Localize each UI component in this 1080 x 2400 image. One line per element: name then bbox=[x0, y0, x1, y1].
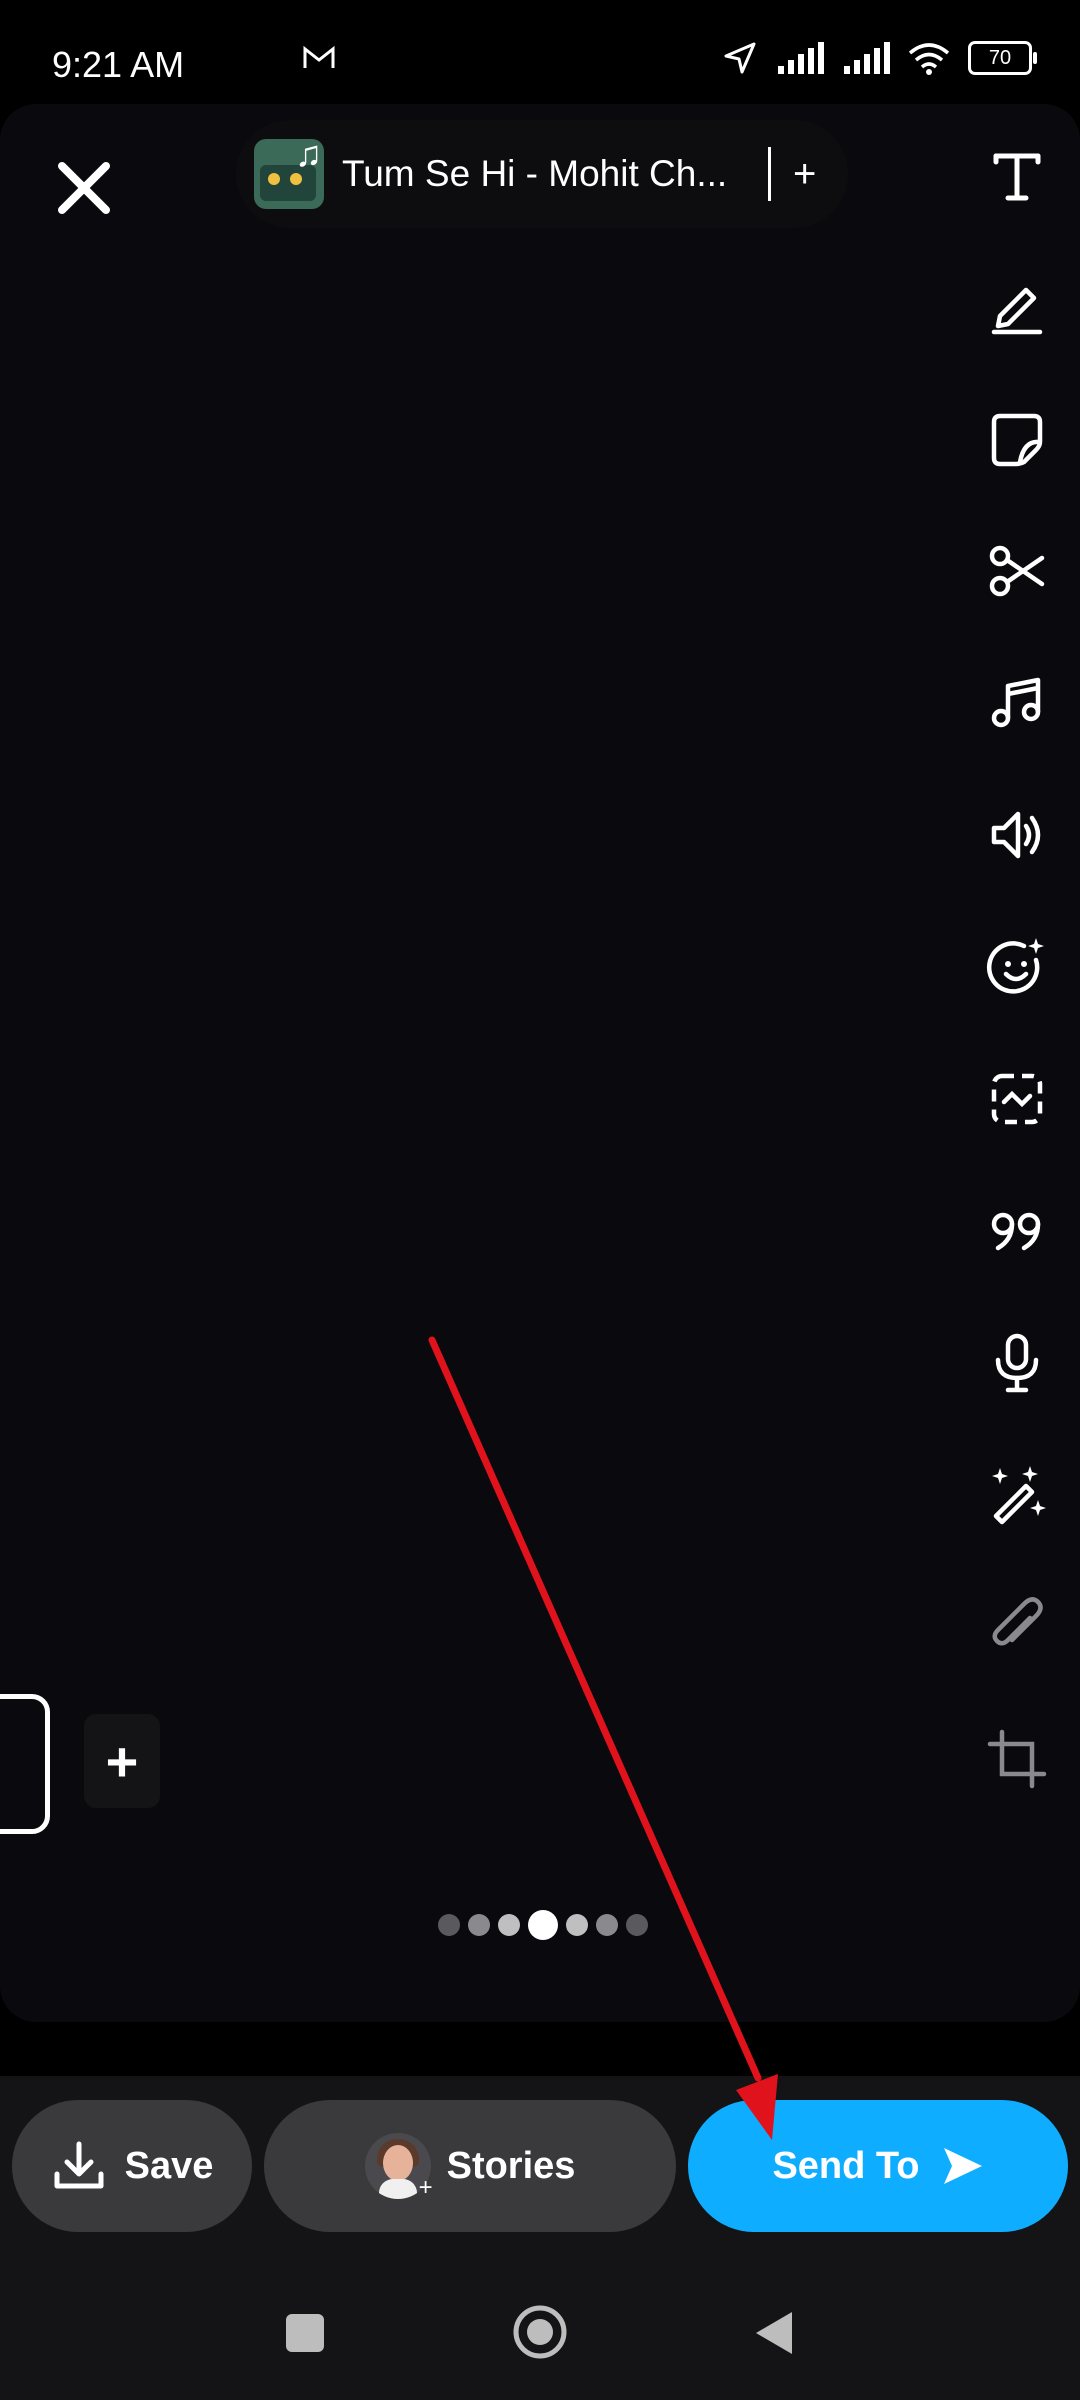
volume-icon[interactable] bbox=[982, 800, 1052, 870]
music-add-button[interactable]: + bbox=[793, 152, 816, 197]
send-to-button[interactable]: Send To bbox=[688, 2100, 1068, 2232]
crop-icon[interactable] bbox=[982, 1724, 1052, 1794]
music-title: Tum Se Hi - Mohit Ch... bbox=[342, 153, 728, 194]
battery-indicator: 70 bbox=[968, 41, 1037, 75]
page-indicator bbox=[438, 1910, 648, 1940]
quote-icon[interactable] bbox=[982, 1196, 1052, 1266]
stories-button[interactable]: + Stories bbox=[264, 2100, 676, 2232]
close-icon[interactable] bbox=[52, 156, 116, 220]
page-dot bbox=[468, 1914, 490, 1936]
status-icons: 70 bbox=[303, 40, 1037, 76]
signal-icon-2 bbox=[844, 42, 890, 74]
music-note-icon[interactable] bbox=[982, 668, 1052, 738]
paperclip-icon[interactable] bbox=[982, 1592, 1052, 1662]
page-dot bbox=[626, 1914, 648, 1936]
page-dot bbox=[566, 1914, 588, 1936]
snap-canvas[interactable] bbox=[0, 104, 1080, 2022]
music-divider bbox=[768, 147, 771, 201]
plus-icon: + bbox=[418, 2174, 433, 2201]
page-dot-active bbox=[528, 1910, 558, 1940]
draw-pen-icon[interactable] bbox=[982, 272, 1052, 342]
system-nav-bar bbox=[0, 2270, 1080, 2400]
music-pill[interactable]: ♫ Tum Se Hi - Mohit Ch... + bbox=[236, 120, 848, 228]
recents-button[interactable] bbox=[286, 2314, 324, 2352]
battery-level: 70 bbox=[988, 46, 1012, 69]
text-tool-icon[interactable] bbox=[982, 140, 1052, 210]
sticker-icon[interactable] bbox=[982, 404, 1052, 474]
page-dot bbox=[438, 1914, 460, 1936]
stories-label: Stories bbox=[446, 2144, 576, 2187]
home-button[interactable] bbox=[512, 2304, 568, 2360]
page-dot bbox=[498, 1914, 520, 1936]
status-bar: 9:21 AM 70 bbox=[0, 0, 1080, 100]
music-thumbnail: ♫ bbox=[254, 139, 324, 209]
download-icon bbox=[54, 2141, 104, 2189]
back-button[interactable] bbox=[754, 2310, 794, 2356]
scissors-icon[interactable] bbox=[982, 536, 1052, 606]
lens-face-icon[interactable] bbox=[982, 932, 1052, 1002]
add-frame-button[interactable]: + bbox=[84, 1714, 160, 1808]
signal-icon bbox=[778, 42, 824, 74]
page-dot bbox=[596, 1914, 618, 1936]
status-time: 9:21 AM bbox=[52, 44, 185, 85]
frame-thumbnail[interactable] bbox=[0, 1694, 50, 1834]
magic-wand-icon[interactable] bbox=[982, 1460, 1052, 1530]
microphone-icon[interactable] bbox=[982, 1328, 1052, 1398]
music-note-thumb-icon: ♫ bbox=[295, 139, 322, 174]
send-to-label: Send To bbox=[772, 2144, 920, 2187]
save-button[interactable]: Save bbox=[12, 2100, 252, 2232]
gmail-icon bbox=[303, 45, 335, 68]
location-icon bbox=[724, 42, 756, 74]
save-label: Save bbox=[124, 2144, 214, 2187]
wifi-icon bbox=[908, 43, 950, 75]
send-arrow-icon bbox=[943, 2148, 982, 2184]
scan-frame-icon[interactable] bbox=[982, 1064, 1052, 1134]
